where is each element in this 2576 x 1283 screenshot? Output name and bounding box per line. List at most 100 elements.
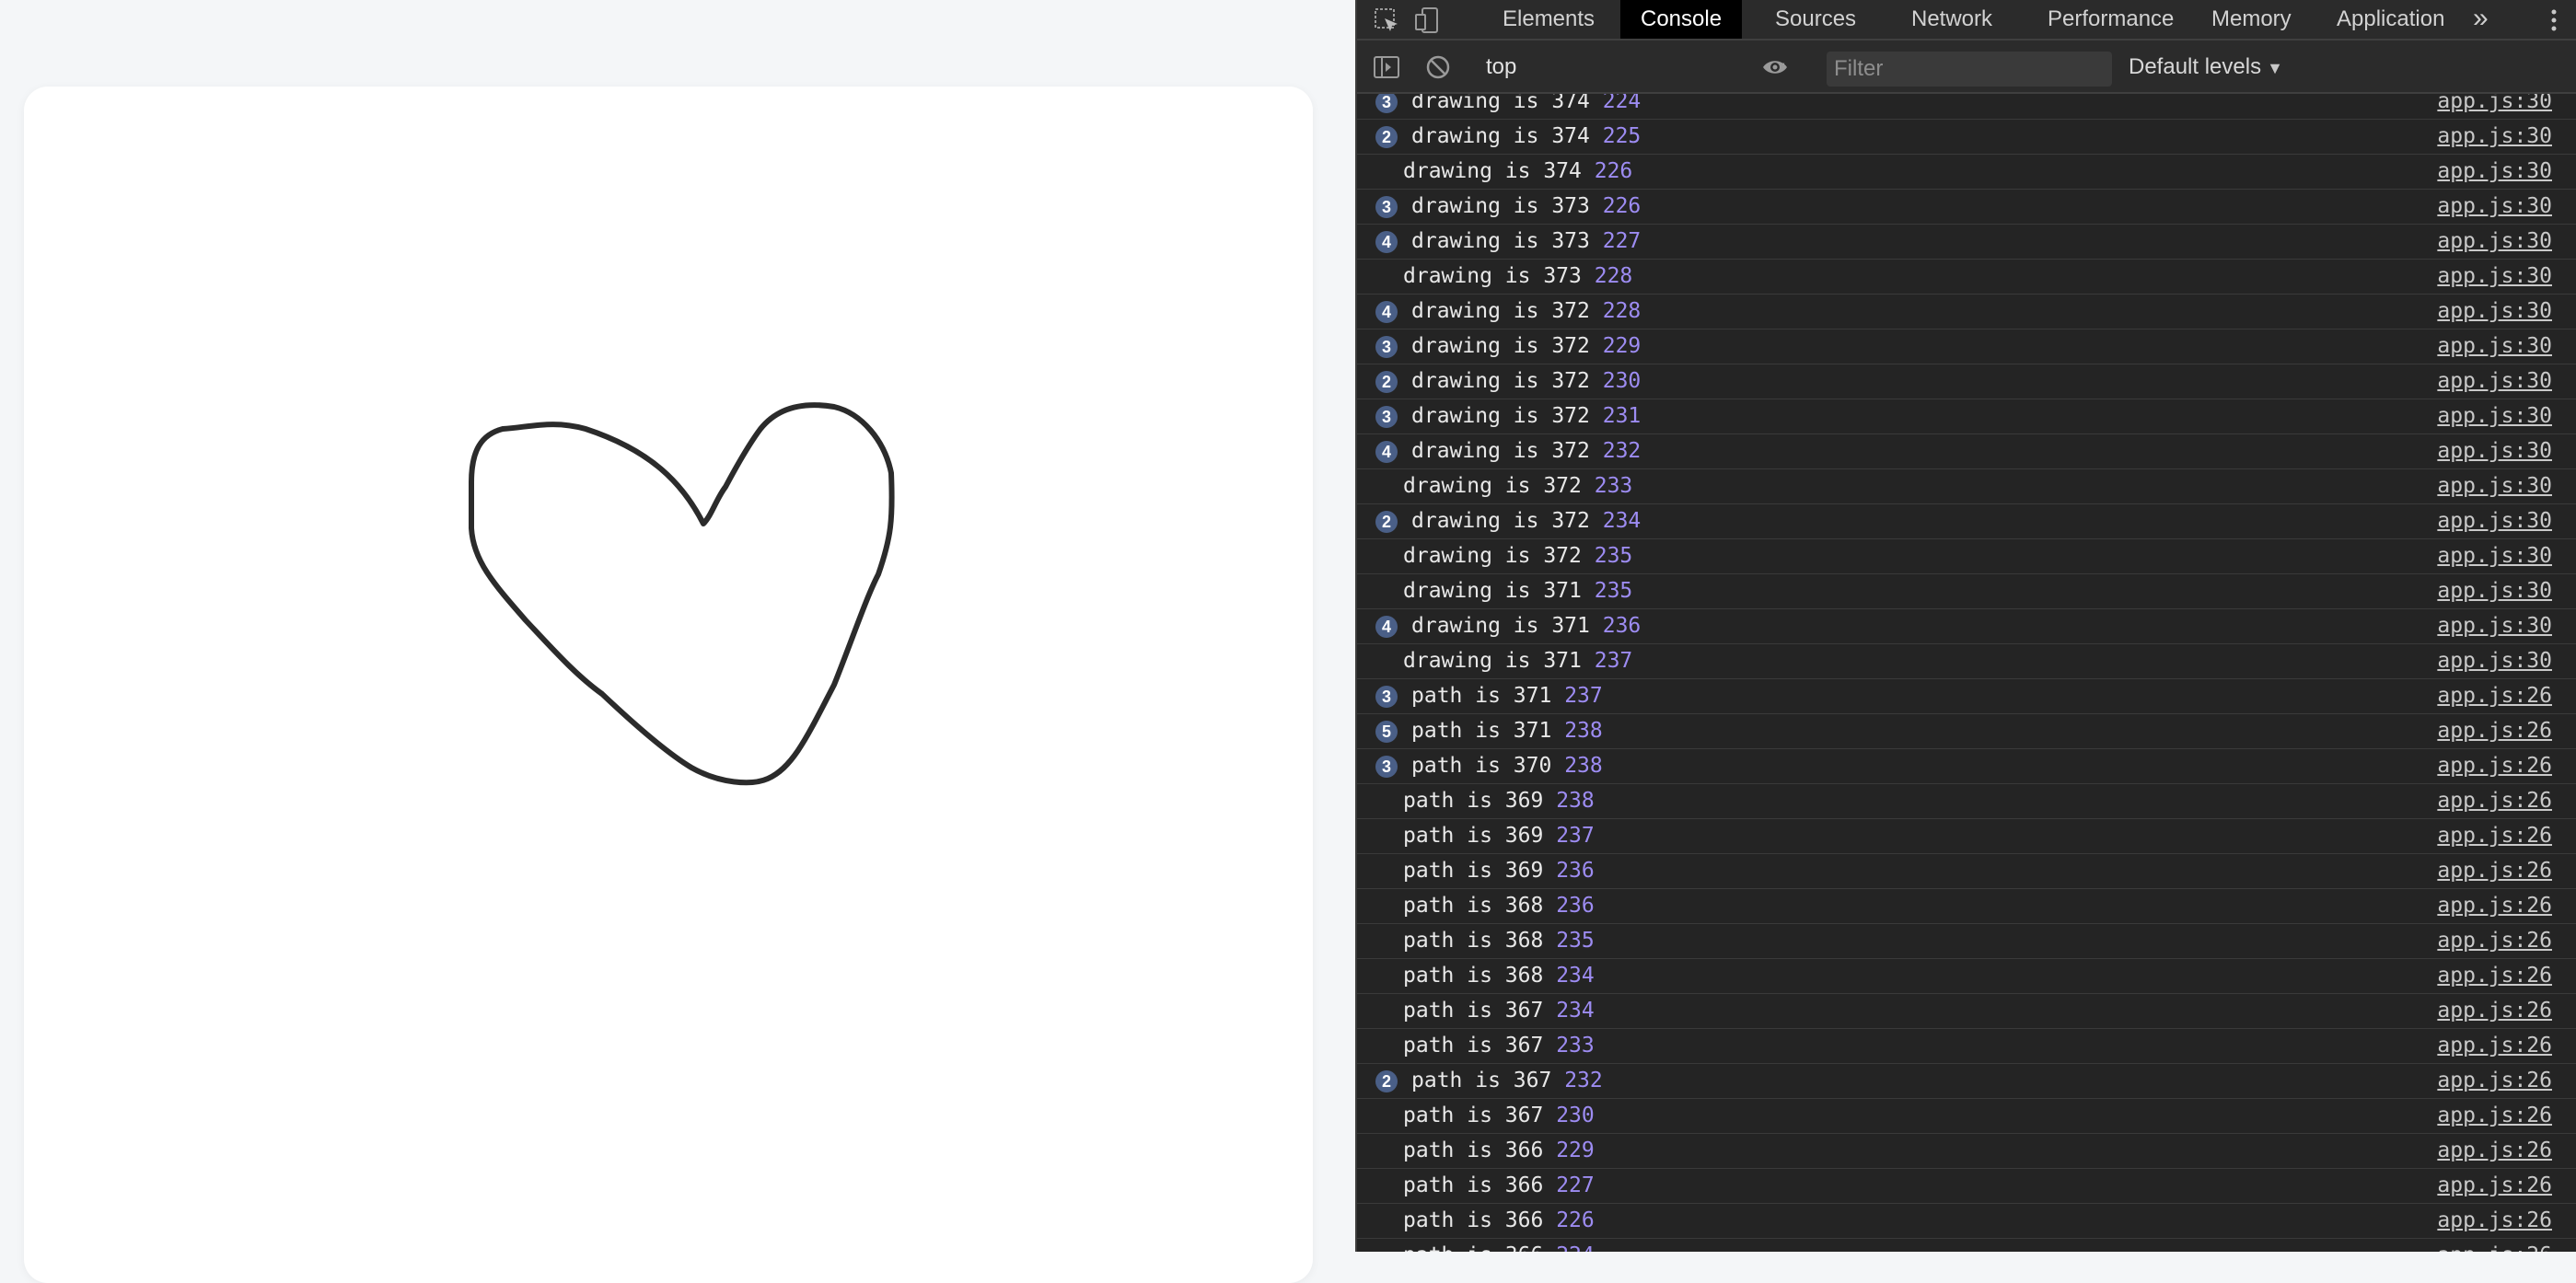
console-message: path is 366 226 app.js:26	[1357, 1204, 2576, 1239]
source-link[interactable]: app.js:30	[2437, 364, 2552, 399]
message-label: path is 366	[1403, 1139, 1544, 1162]
source-link[interactable]: app.js:26	[2437, 1064, 2552, 1098]
message-number: 232	[1602, 439, 1642, 463]
message-label: path is 367	[1411, 1069, 1552, 1092]
repeat-count-badge: 4	[1375, 616, 1398, 638]
source-link[interactable]: app.js:26	[2437, 1099, 2552, 1133]
source-link[interactable]: app.js:30	[2437, 574, 2552, 608]
source-link[interactable]: app.js:26	[2437, 1239, 2552, 1252]
repeat-count-badge: 3	[1375, 406, 1398, 428]
repeat-count-badge: 2	[1375, 1070, 1398, 1092]
source-link[interactable]: app.js:26	[2437, 1169, 2552, 1203]
source-link[interactable]: app.js:26	[2437, 1134, 2552, 1168]
inspect-element-icon[interactable]	[1372, 6, 1401, 35]
source-link[interactable]: app.js:30	[2437, 120, 2552, 154]
message-number: 224	[1602, 94, 1642, 113]
console-message: 3 path is 370 238 app.js:26	[1357, 749, 2576, 784]
context-selector[interactable]: top ▼	[1486, 52, 1799, 83]
repeat-count-badge: 4	[1375, 441, 1398, 463]
source-link[interactable]: app.js:26	[2437, 1204, 2552, 1238]
source-link[interactable]: app.js:26	[2437, 854, 2552, 888]
source-link[interactable]: app.js:30	[2437, 94, 2552, 119]
source-link[interactable]: app.js:30	[2437, 190, 2552, 224]
source-link[interactable]: app.js:30	[2437, 469, 2552, 503]
device-toolbar-icon[interactable]	[1412, 6, 1442, 35]
source-link[interactable]: app.js:30	[2437, 434, 2552, 468]
source-link[interactable]: app.js:26	[2437, 1029, 2552, 1063]
console-message: 3 drawing is 374 224 app.js:30	[1357, 94, 2576, 120]
console-toolbar: top ▼ Default levels ▼	[1357, 40, 2576, 94]
console-message: path is 368 234 app.js:26	[1357, 959, 2576, 994]
source-link[interactable]: app.js:30	[2437, 155, 2552, 189]
source-link[interactable]: app.js:30	[2437, 609, 2552, 643]
source-link[interactable]: app.js:26	[2437, 889, 2552, 923]
repeat-count-badge: 3	[1375, 336, 1398, 358]
tab-performance[interactable]: Performance	[2027, 0, 2194, 39]
message-number: 227	[1556, 1173, 1595, 1197]
tab-memory[interactable]: Memory	[2191, 0, 2312, 39]
message-label: path is 368	[1403, 964, 1544, 988]
message-label: drawing is 374	[1411, 94, 1590, 113]
source-link[interactable]: app.js:26	[2437, 924, 2552, 958]
message-number: 226	[1602, 194, 1642, 218]
message-label: path is 366	[1403, 1173, 1544, 1197]
clear-console-icon[interactable]	[1423, 52, 1453, 82]
message-number: 227	[1602, 229, 1642, 253]
console-message: path is 369 237 app.js:26	[1357, 819, 2576, 854]
more-tabs-icon[interactable]: »	[2473, 0, 2489, 39]
log-levels-dropdown[interactable]: Default levels ▼	[2129, 52, 2283, 83]
source-link[interactable]: app.js:26	[2437, 679, 2552, 713]
console-message: 2 drawing is 372 234 app.js:30	[1357, 504, 2576, 539]
kebab-menu-icon[interactable]	[2545, 6, 2563, 35]
console-message: drawing is 371 237 app.js:30	[1357, 644, 2576, 679]
console-message: path is 367 230 app.js:26	[1357, 1099, 2576, 1134]
live-expression-eye-icon[interactable]	[1760, 52, 1790, 82]
message-number: 228	[1594, 264, 1633, 288]
message-label: drawing is 372	[1411, 509, 1590, 533]
source-link[interactable]: app.js:30	[2437, 329, 2552, 364]
source-link[interactable]: app.js:30	[2437, 644, 2552, 678]
console-message: drawing is 371 235 app.js:30	[1357, 574, 2576, 609]
console-message-text: drawing is 373 228	[1403, 260, 1632, 294]
filter-input[interactable]	[1827, 52, 2112, 87]
source-link[interactable]: app.js:30	[2437, 295, 2552, 329]
message-label: path is 370	[1411, 754, 1552, 778]
message-number: 229	[1556, 1139, 1595, 1162]
devtools-tabbar: Elements Console Sources Network Perform…	[1357, 0, 2576, 40]
heart-stroke	[469, 402, 895, 786]
message-label: drawing is 371	[1403, 649, 1582, 673]
source-link[interactable]: app.js:30	[2437, 260, 2552, 294]
source-link[interactable]: app.js:26	[2437, 714, 2552, 748]
message-label: drawing is 372	[1411, 334, 1590, 358]
source-link[interactable]: app.js:26	[2437, 819, 2552, 853]
console-output[interactable]: 3 drawing is 374 224 app.js:30 2 drawing is …	[1357, 94, 2576, 1252]
message-label: path is 369	[1403, 859, 1544, 883]
source-link[interactable]: app.js:30	[2437, 399, 2552, 433]
repeat-count-badge: 2	[1375, 511, 1398, 533]
tab-sources[interactable]: Sources	[1755, 0, 1876, 39]
source-link[interactable]: app.js:26	[2437, 959, 2552, 993]
message-number: 238	[1564, 754, 1603, 778]
source-link[interactable]: app.js:26	[2437, 749, 2552, 783]
source-link[interactable]: app.js:26	[2437, 994, 2552, 1028]
message-label: path is 371	[1411, 684, 1552, 708]
source-link[interactable]: app.js:30	[2437, 539, 2552, 573]
tab-elements[interactable]: Elements	[1482, 0, 1615, 39]
tab-console[interactable]: Console	[1620, 0, 1743, 39]
tab-network[interactable]: Network	[1891, 0, 2013, 39]
message-number: 235	[1594, 579, 1633, 603]
console-message-text: drawing is 374 226	[1403, 155, 1632, 189]
message-label: drawing is 372	[1411, 369, 1590, 393]
message-label: path is 366	[1403, 1243, 1543, 1252]
console-message-text: path is 366 227	[1403, 1169, 1595, 1203]
source-link[interactable]: app.js:30	[2437, 504, 2552, 538]
source-link[interactable]: app.js:26	[2437, 784, 2552, 818]
sidebar-toggle-icon[interactable]	[1372, 52, 1401, 82]
console-message-text: drawing is 371 235	[1403, 574, 1632, 608]
message-number: 234	[1556, 999, 1595, 1023]
source-link[interactable]: app.js:30	[2437, 225, 2552, 259]
drawing-canvas[interactable]	[24, 87, 1313, 1283]
message-number: 232	[1564, 1069, 1603, 1092]
message-number: 229	[1602, 334, 1642, 358]
tab-application[interactable]: Application	[2316, 0, 2465, 39]
